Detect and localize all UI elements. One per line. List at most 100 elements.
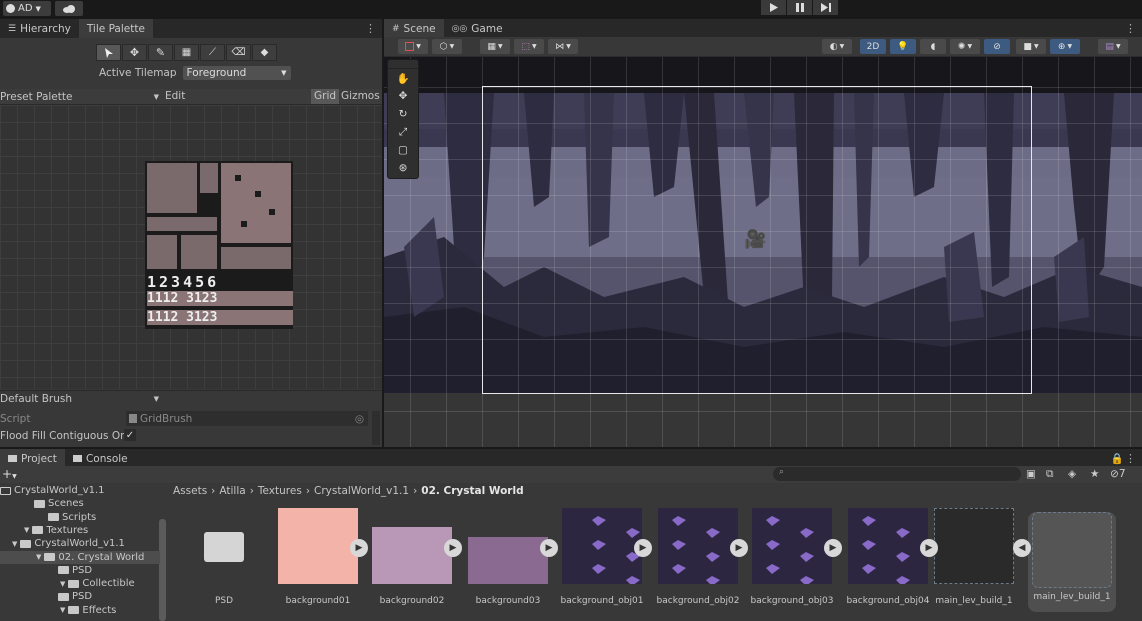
play-button[interactable] <box>761 0 786 15</box>
cloud-button[interactable] <box>55 1 83 16</box>
expand-arrow-button[interactable]: ▶ <box>350 539 368 557</box>
breadcrumb-item[interactable]: CrystalWorld_v1.1 <box>314 485 409 497</box>
breadcrumb-item[interactable]: Atilla <box>219 485 245 497</box>
gizmos-toggle[interactable]: Gizmos <box>341 90 380 102</box>
expand-arrow-button[interactable]: ▶ <box>824 539 842 557</box>
tab-game[interactable]: ◎◎ Game <box>444 19 511 38</box>
pause-button[interactable] <box>787 0 812 15</box>
camera-gizmo-icon[interactable]: 🎥 <box>744 229 766 250</box>
expand-arrow-button[interactable]: ▶ <box>634 539 652 557</box>
tree-item[interactable]: ▼ 02. Crystal World <box>0 550 160 564</box>
gizmos-button[interactable]: ⊕ ▼ <box>1050 39 1080 54</box>
search-by-type-icon[interactable]: ▣ <box>1026 468 1036 480</box>
tree-item[interactable]: ▼ Effects <box>60 604 116 617</box>
panel-menu-icon[interactable]: ⋮ <box>1125 452 1136 465</box>
asset-item[interactable]: background03 <box>464 508 552 608</box>
expand-arrow-button[interactable]: ▶ <box>444 539 462 557</box>
flood-fill-checkbox[interactable]: ✓ <box>124 429 136 441</box>
hidden-packages-toggle[interactable]: ⊘7 <box>1110 468 1126 480</box>
move-tool-button[interactable]: ✥ <box>122 44 147 61</box>
rect-tool-button[interactable]: ▢ <box>388 141 418 159</box>
tree-item[interactable]: Scenes <box>34 497 84 510</box>
expand-arrow-icon[interactable]: ▼ <box>60 606 65 614</box>
asset-item[interactable]: background_obj01 <box>558 508 646 608</box>
panel-menu-icon[interactable]: ⋮ <box>365 22 376 35</box>
overlay-drag-handle[interactable] <box>388 60 418 69</box>
grid-snap-button[interactable]: ▦ ▼ <box>480 39 510 54</box>
brush-select[interactable]: Default Brush ▼ <box>0 392 162 406</box>
shading-button[interactable]: ⬡ ▼ <box>432 39 462 54</box>
active-tilemap-select[interactable]: Foreground ▼ <box>182 66 291 80</box>
tree-item[interactable]: PSD <box>58 590 92 603</box>
increment-button[interactable]: ⋈ ▼ <box>548 39 578 54</box>
collapse-arrow-button[interactable]: ◀ <box>1013 539 1031 557</box>
expand-arrow-icon[interactable]: ▼ <box>12 540 17 548</box>
account-dropdown[interactable]: AD ▼ <box>3 1 51 16</box>
asset-item[interactable]: background01 <box>274 508 362 608</box>
asset-item[interactable]: background02 <box>368 508 456 608</box>
breadcrumb-item[interactable]: Textures <box>258 485 302 497</box>
asset-item[interactable]: background_obj02 <box>654 508 742 608</box>
scale-tool-button[interactable]: ⤢ <box>388 123 418 141</box>
orientation-button[interactable]: ◐ ▼ <box>822 39 852 54</box>
eraser-tool-button[interactable]: ⌫ <box>226 44 251 61</box>
tab-hierarchy[interactable]: ☰ Hierarchy <box>0 19 79 38</box>
target-icon[interactable]: ◎ <box>355 413 364 425</box>
draw-mode-button[interactable]: ▼ <box>398 39 428 54</box>
tree-item[interactable]: Scripts <box>48 511 96 524</box>
tree-item[interactable]: ▼ Textures <box>24 524 88 537</box>
asset-item[interactable]: background_obj04 <box>844 508 932 608</box>
toggle-2d-button[interactable]: 2D <box>860 39 886 54</box>
panel-menu-icon[interactable]: ⋮ <box>1125 22 1136 35</box>
move-tool-button[interactable]: ✥ <box>388 87 418 105</box>
paint-tool-button[interactable]: ✎ <box>148 44 173 61</box>
expand-arrow-button[interactable]: ▶ <box>540 539 558 557</box>
step-button[interactable] <box>813 0 838 15</box>
snap-increment-button[interactable]: ⬚ ▼ <box>514 39 544 54</box>
tab-game-label: Game <box>471 22 503 35</box>
tree-item[interactable]: PSD <box>58 564 92 577</box>
asset-item[interactable]: main_lev_build_1 <box>930 508 1018 608</box>
box-fill-tool-button[interactable]: ▦ <box>174 44 199 61</box>
search-by-label-icon[interactable]: ⧉ <box>1046 468 1054 481</box>
tab-tile-palette[interactable]: Tile Palette <box>78 19 153 38</box>
overlay-menu-button[interactable]: ▤ ▼ <box>1098 39 1128 54</box>
search-input[interactable]: ⌕ <box>773 467 1021 481</box>
visibility-toggle[interactable]: ⊘ <box>984 39 1010 54</box>
expand-arrow-icon[interactable]: ▼ <box>36 553 41 561</box>
expand-arrow-icon[interactable]: ▼ <box>60 580 65 588</box>
audio-toggle[interactable]: ◖ <box>920 39 946 54</box>
effects-button[interactable]: ✺ ▼ <box>950 39 980 54</box>
scrollbar[interactable] <box>372 411 380 445</box>
tab-scene[interactable]: # Scene <box>384 19 444 38</box>
palette-tiles[interactable]: 123456 1112 3123 1112 3123 <box>145 161 293 329</box>
tree-item[interactable]: ▼ Collectible <box>60 577 135 590</box>
camera-button[interactable]: ■ ▼ <box>1016 39 1046 54</box>
edit-button[interactable]: Edit <box>165 90 185 102</box>
transform-tool-button[interactable]: ⊛ <box>388 159 418 177</box>
select-tool-button[interactable] <box>96 44 121 61</box>
picker-tool-button[interactable]: ⟋ <box>200 44 225 61</box>
palette-select[interactable]: Preset Palette ▼ <box>0 90 162 104</box>
tree-item[interactable]: ▼ CrystalWorld_v1.1 <box>12 537 125 550</box>
asset-item[interactable]: main_lev_build_1 <box>1028 512 1116 612</box>
lighting-toggle[interactable]: 💡 <box>890 39 916 54</box>
fill-tool-button[interactable]: ◆ <box>252 44 277 61</box>
lock-icon[interactable]: 🔒 <box>1111 452 1124 465</box>
asset-item[interactable]: background_obj03 <box>748 508 836 608</box>
hand-tool-button[interactable]: ✋ <box>388 69 418 87</box>
expand-arrow-button[interactable]: ▶ <box>730 539 748 557</box>
tag-icon[interactable]: ◈ <box>1068 468 1076 480</box>
tree-scrollbar[interactable] <box>159 519 166 621</box>
rotate-tool-button[interactable]: ↻ <box>388 105 418 123</box>
create-button[interactable]: +▼ <box>2 467 17 481</box>
expand-arrow-button[interactable]: ▶ <box>920 539 938 557</box>
grid-toggle[interactable]: Grid <box>311 89 340 104</box>
breadcrumb-item-current[interactable]: 02. Crystal World <box>421 485 523 497</box>
asset-folder[interactable]: PSD <box>180 508 268 608</box>
expand-arrow-icon[interactable]: ▼ <box>24 526 29 534</box>
breadcrumb-item[interactable]: Assets <box>173 485 207 497</box>
star-icon[interactable]: ★ <box>1090 468 1099 480</box>
tree-item[interactable]: CrystalWorld_v1.1 <box>0 484 105 497</box>
scene-viewport[interactable]: 🎥 <box>384 57 1142 447</box>
